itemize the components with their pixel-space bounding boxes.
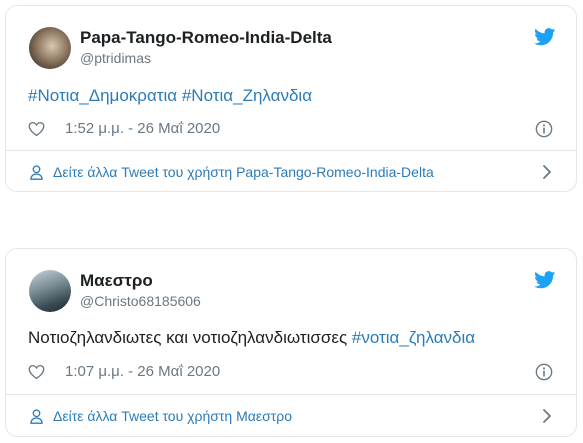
chevron-right-icon[interactable] [542,164,552,180]
divider [6,150,576,151]
heart-icon[interactable] [28,121,45,137]
person-icon [30,408,43,424]
more-tweets-label[interactable]: Δείτε άλλα Tweet του χρήστη Μαεστρο [53,408,292,424]
tweet-timestamp[interactable]: 1:52 μ.μ. - 26 Μαΐ 2020 [65,120,220,137]
more-tweets-link[interactable]: Δείτε άλλα Tweet του χρήστη Μαεστρο [30,408,292,424]
twitter-bird-icon[interactable] [534,28,556,46]
more-tweets-link[interactable]: Δείτε άλλα Tweet του χρήστη Papa-Tango-R… [30,164,434,180]
tweet-text-plain: Νοτιοζηλανδιωτες και νοτιοζηλανδιωτισσες [28,328,352,347]
tweet-meta: 1:07 μ.μ. - 26 Μαΐ 2020 [28,363,220,380]
user-handle[interactable]: @Christo68185606 [80,293,201,309]
heart-icon[interactable] [28,364,45,380]
avatar[interactable] [29,27,71,69]
tweet-card[interactable]: Μαεστρο @Christo68185606 Νοτιοζηλανδιωτε… [5,248,577,437]
user-name[interactable]: Papa-Tango-Romeo-India-Delta [80,28,332,48]
hashtag-link[interactable]: #νοτια_ζηλανδια [352,328,475,347]
tweet-meta: 1:52 μ.μ. - 26 Μαΐ 2020 [28,120,220,137]
twitter-bird-icon[interactable] [534,271,556,289]
person-icon [30,164,43,180]
chevron-right-icon[interactable] [542,408,552,424]
info-icon[interactable] [535,363,553,381]
hashtag-link[interactable]: #Νοτια_Ζηλανδια [182,86,312,105]
divider [6,394,576,395]
more-tweets-label[interactable]: Δείτε άλλα Tweet του χρήστη Papa-Tango-R… [53,164,434,180]
tweet-text: #Νοτια_Δημοκρατια #Νοτια_Ζηλανδια [28,86,312,106]
user-handle[interactable]: @ptridimas [80,50,151,66]
avatar[interactable] [29,270,71,312]
info-icon[interactable] [535,120,553,138]
tweet-timestamp[interactable]: 1:07 μ.μ. - 26 Μαΐ 2020 [65,363,220,380]
tweet-text: Νοτιοζηλανδιωτες και νοτιοζηλανδιωτισσες… [28,328,475,348]
hashtag-link[interactable]: #Νοτια_Δημοκρατια [28,86,177,105]
tweet-card[interactable]: Papa-Tango-Romeo-India-Delta @ptridimas … [5,5,577,192]
user-name[interactable]: Μαεστρο [80,271,153,291]
